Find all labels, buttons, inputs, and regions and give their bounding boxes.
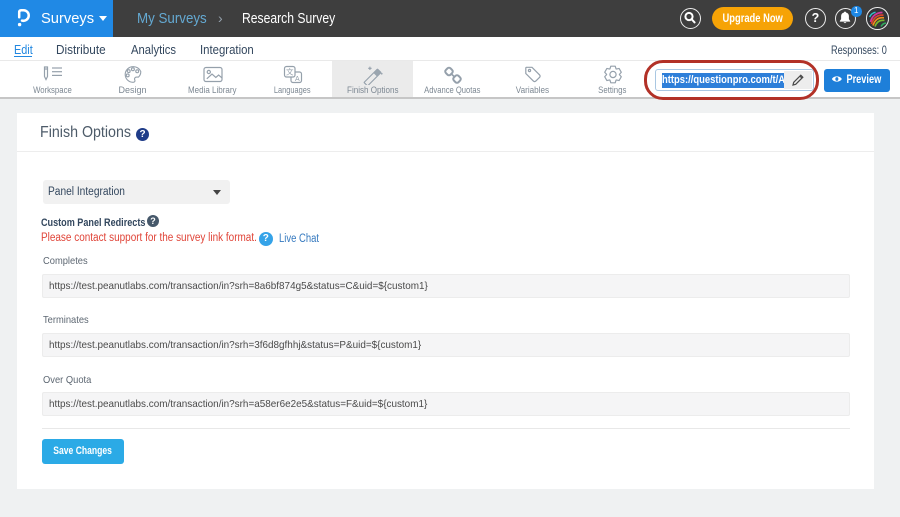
svg-text:A: A (294, 76, 299, 83)
svg-text:文: 文 (285, 66, 293, 76)
